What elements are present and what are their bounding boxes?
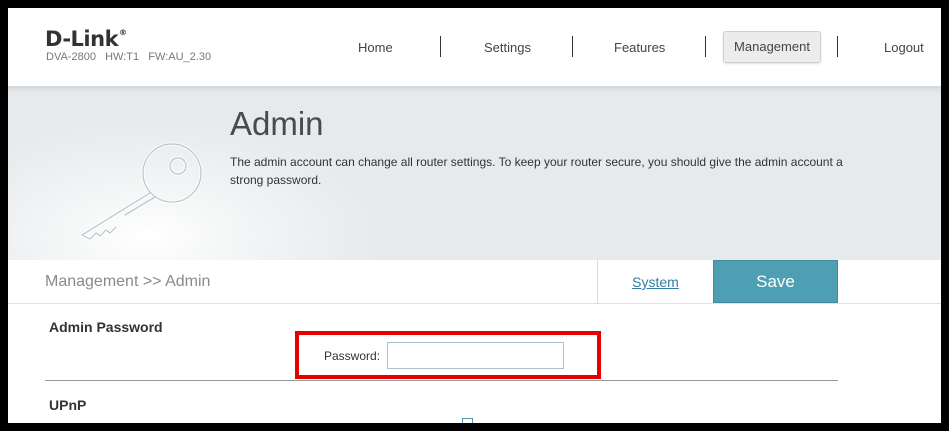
- breadcrumb: Management >> Admin: [45, 273, 211, 290]
- nav-separator: [440, 36, 441, 57]
- admin-password-section-title: Admin Password: [49, 319, 163, 335]
- upnp-checkbox[interactable]: [462, 418, 473, 423]
- nav-logout[interactable]: Logout: [884, 40, 924, 55]
- nav-features[interactable]: Features: [614, 40, 665, 55]
- page-banner: Admin The admin account can change all r…: [8, 86, 941, 261]
- nav-home[interactable]: Home: [358, 40, 393, 55]
- upnp-section-title: UPnP: [49, 397, 87, 413]
- dlink-logo: D-Link®: [45, 27, 127, 51]
- system-link[interactable]: System: [598, 274, 713, 290]
- password-highlight-box: [295, 331, 601, 379]
- brand-registered-mark: ®: [119, 28, 127, 37]
- nav-separator: [837, 36, 838, 57]
- nav-separator: [572, 36, 573, 57]
- system-tab[interactable]: System: [597, 260, 714, 303]
- brand-name: D-Link: [45, 27, 119, 51]
- page-description: The admin account can change all router …: [230, 155, 843, 187]
- nav-separator: [705, 36, 706, 57]
- nav-management[interactable]: Management: [723, 31, 821, 63]
- section-divider: [45, 380, 838, 381]
- page-title: Admin: [230, 105, 324, 142]
- top-header: D-Link® DVA-2800 HW:T1 FW:AU_2.30 Home S…: [8, 8, 941, 86]
- save-button[interactable]: Save: [713, 260, 838, 303]
- router-admin-page: D-Link® DVA-2800 HW:T1 FW:AU_2.30 Home S…: [8, 8, 941, 423]
- key-icon: [80, 142, 203, 241]
- breadcrumb-bar: Management >> Admin System Save: [8, 260, 941, 304]
- device-model-info: DVA-2800 HW:T1 FW:AU_2.30: [46, 51, 212, 63]
- nav-settings[interactable]: Settings: [484, 40, 531, 55]
